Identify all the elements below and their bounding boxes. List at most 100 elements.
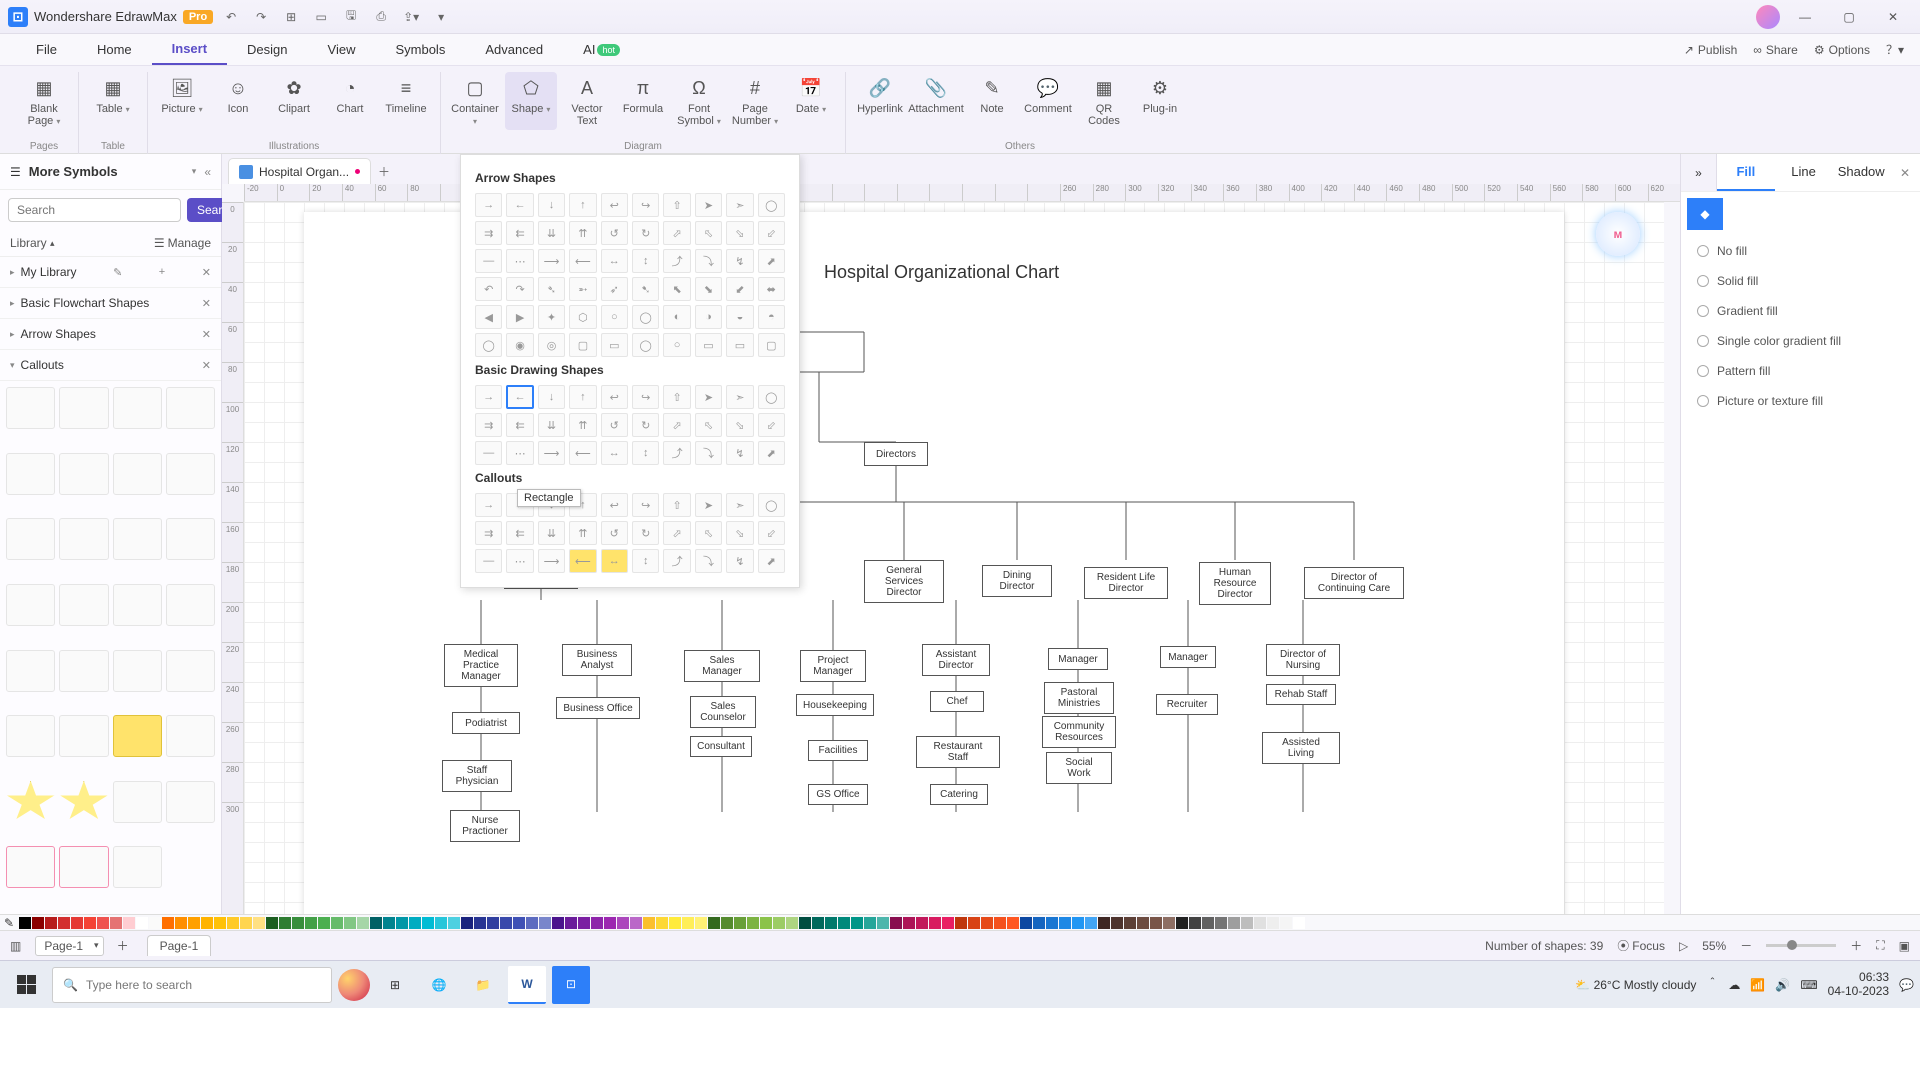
shape-item[interactable]: ⟵ (569, 549, 596, 573)
color-swatch[interactable] (916, 917, 928, 929)
focus-toggle[interactable]: ⦿ Focus (1617, 937, 1665, 954)
fit-page-icon[interactable]: ⛶ (1876, 938, 1884, 953)
color-swatch[interactable] (370, 917, 382, 929)
color-swatch[interactable] (1007, 917, 1019, 929)
callout-shape[interactable] (113, 781, 162, 823)
org-node-mgr2[interactable]: Manager (1160, 646, 1216, 668)
shape-item[interactable]: ↯ (726, 249, 753, 273)
mylib-add-icon[interactable]: + (159, 266, 165, 278)
add-tab-button[interactable]: ＋ (371, 158, 397, 184)
shape-item[interactable]: ↪ (632, 493, 659, 517)
tab-line[interactable]: Line (1775, 154, 1833, 191)
callout-shape[interactable] (166, 518, 215, 560)
color-swatch[interactable] (318, 917, 330, 929)
color-swatch[interactable] (227, 917, 239, 929)
color-swatch[interactable] (266, 917, 278, 929)
callout-shape[interactable] (59, 584, 108, 626)
fill-option[interactable]: Picture or texture fill (1681, 386, 1920, 416)
redo-icon[interactable]: ↷ (249, 5, 273, 29)
ribbon-chart[interactable]: ◔Chart (324, 72, 376, 130)
zoom-out-button[interactable]: － (1740, 937, 1752, 954)
ribbon-timeline[interactable]: ≡Timeline (380, 72, 432, 130)
color-swatch[interactable] (1072, 917, 1084, 929)
shape-item[interactable]: ⬊ (695, 277, 722, 301)
shape-item[interactable]: ⬡ (569, 305, 596, 329)
callout-shape[interactable] (6, 715, 55, 757)
color-swatch[interactable] (305, 917, 317, 929)
color-swatch[interactable] (149, 917, 161, 929)
shape-item[interactable]: ⬁ (695, 221, 722, 245)
menu-file[interactable]: File (16, 34, 77, 65)
shape-item[interactable]: → (475, 193, 502, 217)
color-swatch[interactable] (1059, 917, 1071, 929)
shape-item[interactable]: ⇇ (506, 413, 533, 437)
org-node-cons[interactable]: Consultant (690, 736, 752, 757)
color-swatch[interactable] (201, 917, 213, 929)
shape-item[interactable]: ○ (663, 333, 690, 357)
shape-item[interactable]: ↓ (538, 193, 565, 217)
color-swatch[interactable] (747, 917, 759, 929)
edge-icon[interactable]: 🌐 (420, 966, 458, 1004)
org-node-bo[interactable]: Business Office (556, 697, 640, 719)
shape-item[interactable]: ⇇ (506, 221, 533, 245)
shape-item[interactable]: ⤵ (695, 249, 722, 273)
color-swatch[interactable] (32, 917, 44, 929)
shape-item[interactable]: ↷ (506, 277, 533, 301)
shape-item[interactable]: ⇊ (538, 413, 565, 437)
shape-item[interactable]: ↓ (538, 385, 565, 409)
color-swatch[interactable] (84, 917, 96, 929)
color-swatch[interactable] (331, 917, 343, 929)
shape-item[interactable]: ⟶ (538, 441, 565, 465)
fill-option[interactable]: Pattern fill (1681, 356, 1920, 386)
color-swatch[interactable] (435, 917, 447, 929)
callout-shape[interactable] (166, 453, 215, 495)
color-swatch[interactable] (1280, 917, 1292, 929)
callout-shape[interactable] (113, 584, 162, 626)
color-swatch[interactable] (981, 917, 993, 929)
color-swatch[interactable] (1033, 917, 1045, 929)
shape-item[interactable]: ⬂ (726, 413, 753, 437)
canvas[interactable]: Hospital Organizational Chart DirectorsM… (244, 202, 1664, 914)
color-swatch[interactable] (123, 917, 135, 929)
callout-shape[interactable] (166, 781, 215, 823)
color-swatch[interactable] (760, 917, 772, 929)
color-swatch[interactable] (942, 917, 954, 929)
shape-item[interactable]: ◉ (506, 333, 533, 357)
ribbon-fontsymbol[interactable]: ΩFontSymbol ▾ (673, 72, 725, 130)
org-node-cr[interactable]: CommunityResources (1042, 716, 1116, 748)
color-swatch[interactable] (1150, 917, 1162, 929)
color-swatch[interactable] (1202, 917, 1214, 929)
shape-item[interactable]: — (475, 441, 502, 465)
shape-item[interactable]: ↺ (601, 413, 628, 437)
color-swatch[interactable] (513, 917, 525, 929)
org-node-mgr1[interactable]: Manager (1048, 648, 1108, 670)
color-swatch[interactable] (344, 917, 356, 929)
color-swatch[interactable] (487, 917, 499, 929)
color-swatch[interactable] (617, 917, 629, 929)
color-swatch[interactable] (448, 917, 460, 929)
ribbon-qrcodes[interactable]: ▦QRCodes (1078, 72, 1130, 130)
color-swatch[interactable] (708, 917, 720, 929)
color-swatch[interactable] (1098, 917, 1110, 929)
shape-item[interactable]: ⬈ (758, 549, 785, 573)
shape-item[interactable]: ➤ (695, 493, 722, 517)
color-swatch[interactable] (409, 917, 421, 929)
shape-item[interactable]: ⬌ (758, 277, 785, 301)
shape-item[interactable]: ⋯ (506, 441, 533, 465)
callout-shape[interactable] (59, 650, 108, 692)
shape-item[interactable]: ⇧ (663, 385, 690, 409)
my-library-accordion[interactable]: ▸My Library ✎ + ✕ (0, 257, 221, 288)
org-node-gs[interactable]: GS Office (808, 784, 868, 805)
shape-item[interactable]: ✦ (538, 305, 565, 329)
color-swatch[interactable] (188, 917, 200, 929)
org-node-ad[interactable]: AssistantDirector (922, 644, 990, 676)
color-swatch[interactable] (292, 917, 304, 929)
color-swatch[interactable] (110, 917, 122, 929)
callout-shape[interactable] (59, 715, 108, 757)
new-icon[interactable]: ⊞ (279, 5, 303, 29)
shape-item[interactable]: ↪ (632, 193, 659, 217)
tray-chevron-icon[interactable]: ＾ (1706, 976, 1718, 993)
shape-item[interactable]: ◯ (758, 385, 785, 409)
shape-item[interactable]: ⟵ (569, 249, 596, 273)
edrawmax-taskbar-icon[interactable]: ⊡ (552, 966, 590, 1004)
